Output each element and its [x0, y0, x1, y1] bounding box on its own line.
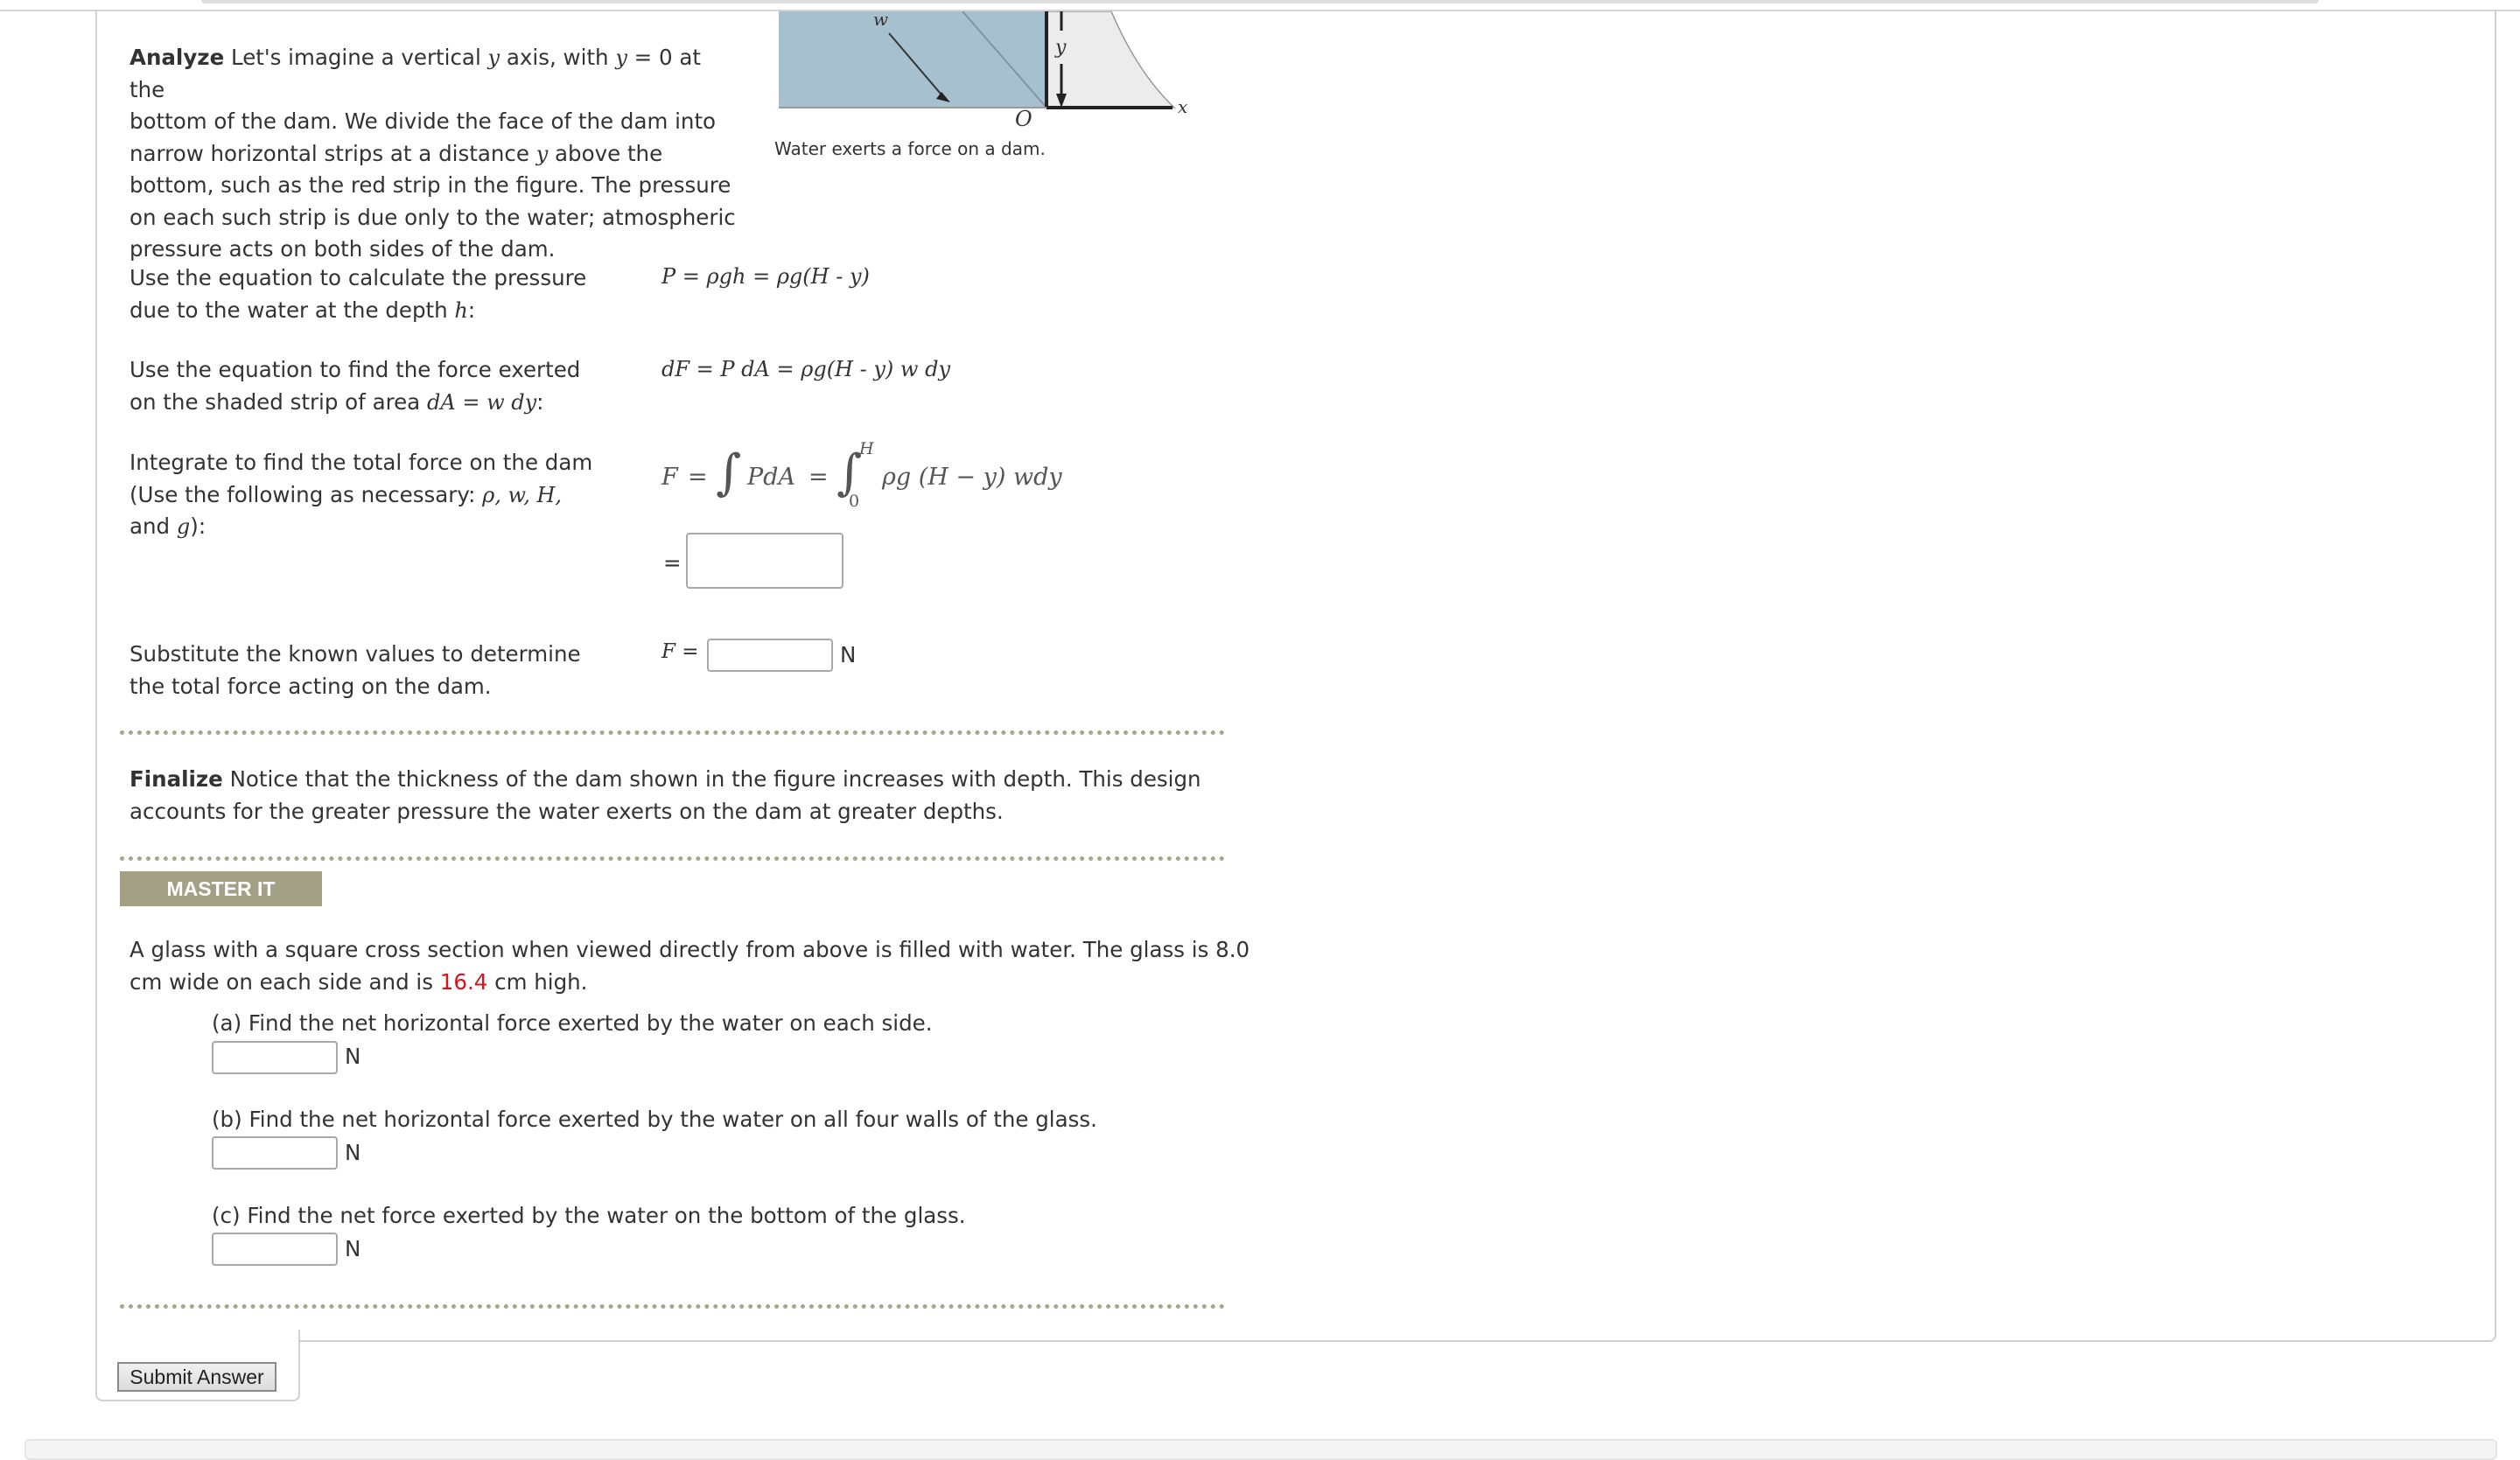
label-y: y — [1054, 37, 1067, 59]
label-w: w — [873, 11, 888, 30]
part-c-label: (c) Find the net force exerted by the wa… — [212, 1203, 966, 1228]
analyze-paragraph: Analyze Let's imagine a vertical y axis,… — [130, 45, 736, 262]
glass-height-value: 16.4 — [439, 968, 488, 995]
part-b-label: (b) Find the net horizontal force exerte… — [212, 1107, 1097, 1132]
integral-sign: ∫ — [716, 444, 742, 501]
top-scroll-edge — [201, 0, 2319, 3]
total-force-input[interactable] — [707, 639, 833, 672]
step-pressure-prompt: Use the equation to calculate the pressu… — [130, 265, 587, 323]
part-b-unit: N — [345, 1140, 361, 1165]
unit-label: N — [840, 642, 857, 667]
section-divider — [120, 856, 1225, 861]
integral-answer-input[interactable] — [686, 533, 844, 589]
upper-limit: H — [859, 439, 874, 458]
figure-caption: Water exerts a force on a dam. — [774, 138, 1046, 159]
integral-equation: F = ∫ PdA = ∫ H 0 ρg (H − y) wdy — [662, 439, 1062, 511]
next-panel — [24, 1439, 2497, 1460]
part-a-unit: N — [345, 1044, 361, 1069]
step-force-strip-prompt: Use the equation to find the force exert… — [130, 357, 581, 415]
part-b-input[interactable] — [212, 1136, 338, 1170]
finalize-paragraph: Finalize Notice that the thickness of th… — [130, 766, 1201, 824]
part-c-unit: N — [345, 1236, 361, 1261]
submit-answer-button[interactable]: Submit Answer — [117, 1362, 276, 1392]
section-divider — [120, 730, 1225, 735]
label-origin: O — [1015, 107, 1032, 131]
dam-shape — [1046, 11, 1176, 108]
step-integrate-prompt: Integrate to find the total force on the… — [130, 450, 593, 539]
section-divider — [120, 1304, 1225, 1309]
dam-figure: w y x — [779, 11, 1187, 117]
part-c-input[interactable] — [212, 1233, 338, 1266]
step-substitute-prompt: Substitute the known values to determine… — [130, 641, 581, 699]
part-a-input[interactable] — [212, 1041, 338, 1074]
master-it-problem: A glass with a square cross section when… — [130, 937, 1250, 995]
label-x: x — [1178, 96, 1187, 117]
lower-limit: 0 — [849, 492, 860, 511]
analyze-label: Analyze — [130, 45, 225, 70]
finalize-label: Finalize — [130, 766, 223, 792]
pressure-equation: P = ρgh = ρg(H - y) — [662, 264, 870, 289]
master-it-badge: MASTER IT — [120, 871, 322, 906]
water-region — [779, 11, 1046, 108]
force-strip-equation: dF = P dA = ρg(H - y) w dy — [662, 357, 950, 381]
part-a-label: (a) Find the net horizontal force exerte… — [212, 1010, 933, 1036]
